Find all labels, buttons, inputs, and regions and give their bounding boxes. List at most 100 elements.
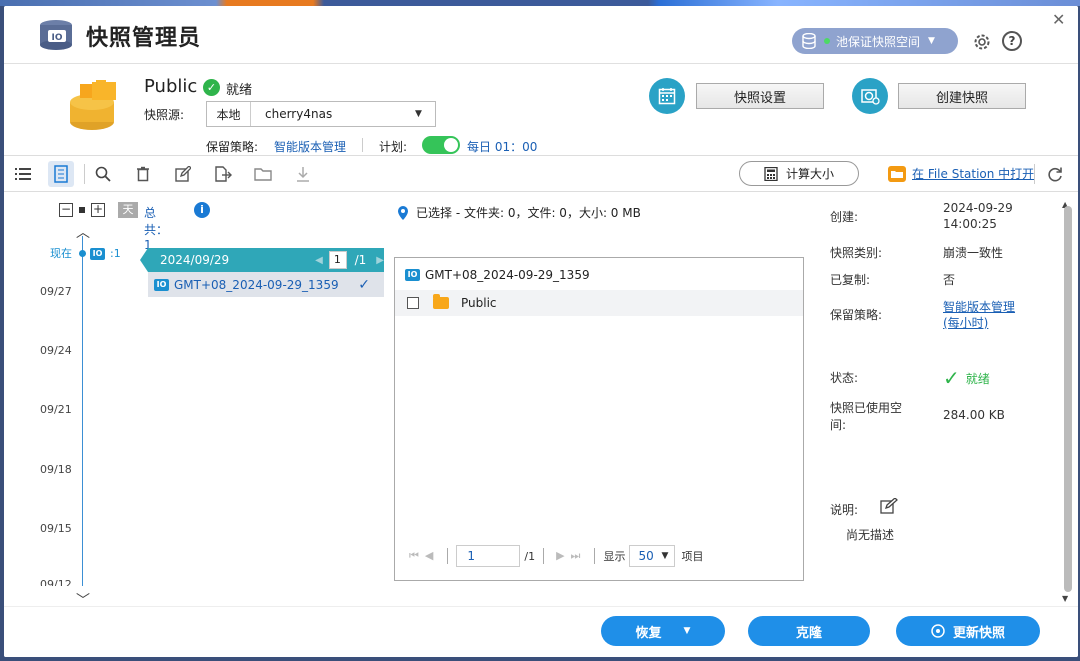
toggle-knob	[444, 138, 458, 152]
file-browser-path: IO GMT+08_2024-09-29_1359	[405, 268, 590, 282]
calculate-size-button[interactable]: 计算大小	[739, 161, 859, 186]
share-status: 就绪	[226, 83, 253, 98]
type-label: 快照类别:	[830, 246, 883, 260]
edit-icon[interactable]	[880, 498, 898, 514]
snapshot-date-header: 2024/09/29 ◀ 1 /1 ▶	[140, 248, 384, 272]
close-icon[interactable]: ✕	[1052, 10, 1065, 29]
restore-button[interactable]: 恢复 ▼	[601, 616, 725, 646]
edit-icon[interactable]	[170, 161, 196, 187]
now-snapshot-count[interactable]: IO:1	[90, 247, 121, 260]
retention-label: 保留策略:	[206, 140, 259, 154]
zoom-control: − +	[59, 203, 105, 217]
day-scale-badge[interactable]: 天	[118, 202, 138, 218]
next-page-icon[interactable]: ▶	[376, 255, 384, 266]
details-scrollbar[interactable]	[1064, 206, 1072, 592]
snapshot-item[interactable]: IO GMT+08_2024-09-29_1359 ✓	[148, 272, 384, 297]
timeline-view-icon[interactable]	[48, 161, 74, 187]
source-label: 快照源:	[144, 108, 185, 122]
file-row[interactable]: Public	[395, 290, 803, 316]
search-icon[interactable]	[90, 161, 116, 187]
status-label: 状态:	[830, 371, 859, 385]
camera-snapshot-icon[interactable]	[852, 78, 888, 114]
selection-text: 已选择 - 文件夹: 0，文件: 0，大小: 0 MB	[416, 206, 641, 220]
page-input[interactable]: 1	[456, 545, 521, 567]
status-value: ✓ 就绪	[943, 366, 990, 390]
pagination-bar: ⏮◀ 1 /1 ▶⏭ 显示 50 项目	[395, 541, 803, 571]
per-page-select[interactable]: 50	[629, 545, 676, 567]
app-logo-icon: IO	[40, 20, 72, 50]
snapshot-settings-button[interactable]: 快照设置	[696, 83, 824, 109]
divider	[447, 548, 449, 564]
chevron-down-icon: ▼	[928, 36, 935, 46]
next-last-page-icons[interactable]: ▶⏭	[556, 549, 586, 563]
chevron-up-icon[interactable]: ︿	[76, 222, 90, 242]
calendar-icon[interactable]	[649, 78, 685, 114]
used-space-label: 快照已使用空	[830, 401, 903, 415]
first-prev-page-icons[interactable]: ⏮◀	[409, 549, 439, 563]
open-in-file-station-label: 在 File Station 中打开	[912, 167, 1035, 181]
update-snapshot-label: 更新快照	[952, 625, 1005, 641]
status-text: 就绪	[965, 371, 990, 386]
snapshot-icon: IO	[405, 269, 420, 281]
schedule-toggle[interactable]	[422, 136, 460, 154]
snapshot-item-name: GMT+08_2024-09-29_1359	[174, 277, 339, 292]
folder-icon	[433, 294, 449, 309]
clone-button[interactable]: 克隆	[748, 616, 870, 646]
source-host: cherry4nas	[265, 107, 333, 121]
zoom-in-icon[interactable]: +	[91, 203, 105, 217]
snapshot-timeline: − + 天 总共： 1 i ︿ 现在 IO:1 09/27 09/24 09/2…	[4, 192, 210, 612]
used-space-value: 284.00 KB	[943, 408, 1005, 422]
divider	[543, 548, 545, 564]
refresh-icon[interactable]	[1042, 161, 1068, 187]
chevron-down-icon: ▼	[683, 626, 691, 636]
plan-label: 计划:	[379, 140, 408, 154]
checkmark-icon: ✓	[358, 276, 370, 293]
checkmark-icon: ✓	[943, 366, 960, 390]
retention-frequency-link[interactable]: (每小时)	[943, 314, 988, 331]
snapshot-icon: IO	[154, 278, 169, 291]
export-icon[interactable]	[210, 161, 236, 187]
folder-open-icon[interactable]	[250, 161, 276, 187]
chevron-down-icon: ▼	[415, 109, 422, 119]
shared-folder-icon	[70, 80, 116, 130]
date-tick: 09/18	[40, 463, 72, 476]
info-icon[interactable]: i	[194, 202, 210, 218]
retention-link[interactable]: 智能版本管理	[943, 298, 1015, 315]
divider	[362, 138, 363, 152]
snapshot-file-browser: IO GMT+08_2024-09-29_1359 Public ⏮◀ 1 /1…	[394, 257, 804, 581]
calculate-size-label: 计算大小	[785, 167, 834, 181]
retention-label: 保留策略:	[830, 308, 883, 322]
trash-icon[interactable]	[130, 161, 156, 187]
gear-icon[interactable]	[972, 32, 992, 52]
create-snapshot-button[interactable]: 创建快照	[898, 83, 1026, 109]
plan-value[interactable]: 每日 01：00	[467, 138, 537, 155]
replicated-value: 否	[943, 273, 956, 287]
description-label: 说明:	[830, 503, 859, 517]
created-label: 创建:	[830, 210, 859, 224]
help-icon[interactable]: ?	[1002, 31, 1022, 51]
list-view-icon[interactable]	[10, 161, 36, 187]
now-count-value: :1	[110, 247, 121, 260]
pool-snapshot-space-button[interactable]: 池保证快照空间 ▼	[792, 28, 958, 54]
scroll-down-icon[interactable]: ▼	[1062, 594, 1068, 603]
update-snapshot-button[interactable]: 更新快照	[896, 616, 1040, 646]
total-label: 总共：	[144, 206, 169, 237]
snapshot-page-input[interactable]: 1	[328, 251, 347, 269]
replicated-label: 已复制:	[830, 273, 871, 287]
source-select[interactable]: 本地 cherry4nas ▼	[206, 101, 436, 127]
svg-text:IO: IO	[52, 33, 63, 43]
prev-page-icon[interactable]: ◀	[315, 255, 323, 266]
restore-label: 恢复	[635, 625, 662, 641]
items-label: 项目	[681, 550, 704, 563]
date-tick: 09/21	[40, 403, 72, 416]
description-value: 尚无描述	[846, 528, 895, 542]
retention-link[interactable]: 智能版本管理	[274, 138, 346, 155]
action-footer: 恢复 ▼ 克隆 更新快照	[4, 606, 1078, 657]
now-marker	[79, 250, 86, 257]
zoom-out-icon[interactable]: −	[59, 203, 73, 217]
database-icon	[802, 33, 816, 49]
source-location: 本地	[207, 102, 251, 126]
row-checkbox[interactable]	[407, 297, 419, 309]
open-in-file-station-link[interactable]: 在 File Station 中打开	[888, 165, 1034, 182]
download-icon[interactable]	[290, 161, 316, 187]
